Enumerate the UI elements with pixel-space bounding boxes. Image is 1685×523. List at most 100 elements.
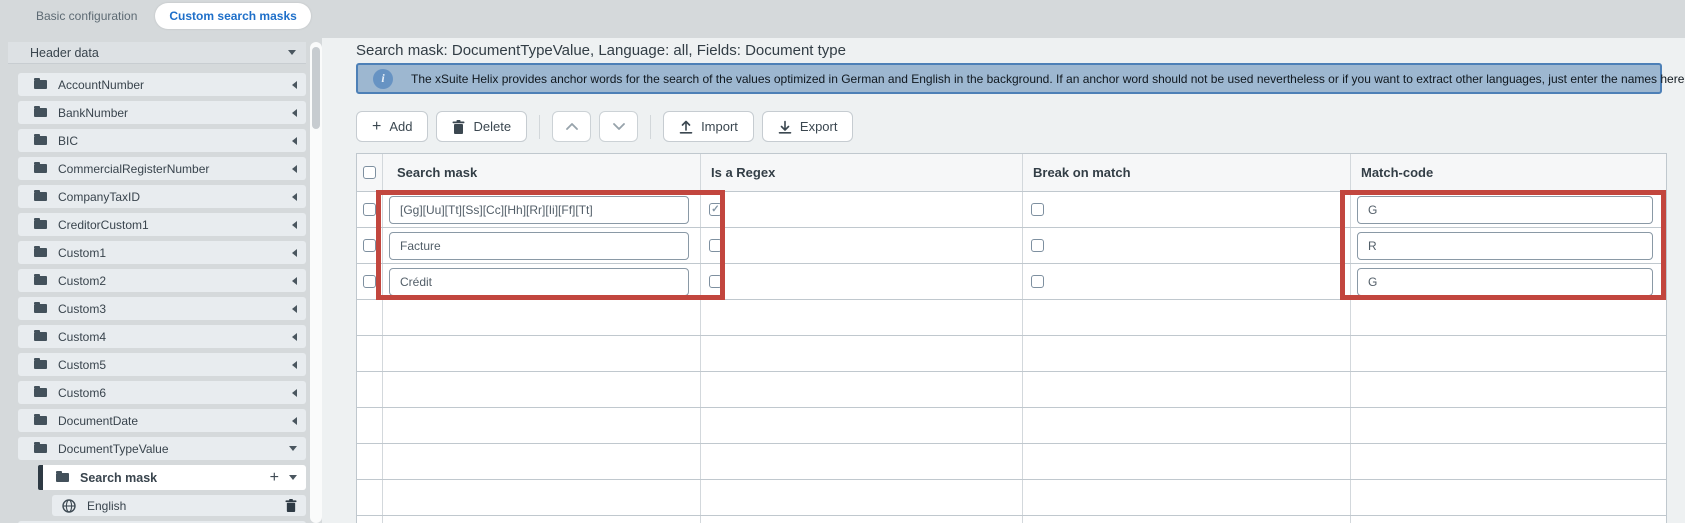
add-search-mask-icon[interactable]: +: [270, 469, 279, 486]
folder-icon: [34, 358, 47, 369]
export-button[interactable]: Export: [761, 111, 854, 142]
table-row: [357, 264, 1666, 300]
select-all-checkbox[interactable]: [363, 166, 376, 179]
chevron-left-icon: [292, 332, 297, 341]
import-button[interactable]: Import: [663, 111, 754, 142]
sidebar-item-commercialregisternumber[interactable]: CommercialRegisterNumber: [18, 157, 306, 180]
table-row-empty: [357, 408, 1666, 444]
match-code-input[interactable]: [1357, 231, 1653, 260]
table-row: [357, 192, 1666, 228]
sidebar-item-creditorcustom1[interactable]: CreditorCustom1: [18, 213, 306, 236]
folder-icon: [34, 330, 47, 341]
tab-bar: Basic configuration Custom search masks: [22, 2, 311, 30]
sidebar-item-custom6[interactable]: Custom6: [18, 381, 306, 404]
chevron-up-icon: [565, 123, 578, 130]
info-icon: i: [373, 68, 393, 89]
match-code-input[interactable]: [1357, 195, 1653, 224]
search-mask-input[interactable]: [389, 231, 689, 260]
is-a-regex-checkbox[interactable]: [709, 239, 722, 252]
chevron-left-icon: [292, 164, 297, 173]
toolbar-separator: [650, 114, 652, 139]
move-down-button[interactable]: [599, 111, 639, 142]
row-select-checkbox[interactable]: [363, 275, 376, 288]
move-up-button[interactable]: [552, 111, 592, 142]
globe-icon: [62, 498, 76, 513]
chevron-left-icon: [292, 388, 297, 397]
sidebar-scrollbar[interactable]: [310, 42, 322, 523]
sidebar-item-custom5[interactable]: Custom5: [18, 353, 306, 376]
folder-icon: [56, 471, 69, 482]
info-banner: i The xSuite Helix provides anchor words…: [356, 63, 1685, 94]
column-header-break-on-match: Break on match: [1023, 154, 1351, 191]
table-row-empty: [357, 480, 1666, 516]
folder-icon: [34, 386, 47, 397]
tab-basic-configuration[interactable]: Basic configuration: [22, 3, 151, 29]
sidebar-item-banknumber[interactable]: BankNumber: [18, 101, 306, 124]
is-a-regex-checkbox[interactable]: [709, 203, 722, 216]
chevron-left-icon: [292, 304, 297, 313]
column-header-search-mask: Search mask: [383, 154, 701, 191]
plus-icon: +: [372, 117, 382, 135]
tab-custom-search-masks[interactable]: Custom search masks: [155, 3, 311, 29]
table-row: [357, 228, 1666, 264]
toolbar-separator: [539, 114, 541, 139]
chevron-left-icon: [292, 248, 297, 257]
sidebar-item-custom3[interactable]: Custom3: [18, 297, 306, 320]
table-row-empty: [357, 336, 1666, 372]
sidebar-item-custom1[interactable]: Custom1: [18, 241, 306, 264]
delete-button[interactable]: Delete: [436, 111, 528, 142]
folder-icon: [34, 78, 47, 89]
row-select-checkbox[interactable]: [363, 203, 376, 216]
match-code-input[interactable]: [1357, 267, 1653, 296]
folder-icon: [34, 218, 47, 229]
sidebar-header-data[interactable]: Header data: [8, 42, 306, 64]
chevron-down-icon: [612, 123, 625, 130]
sidebar-item-custom4[interactable]: Custom4: [18, 325, 306, 348]
delete-language-icon[interactable]: [285, 499, 297, 512]
chevron-left-icon: [292, 276, 297, 285]
folder-icon: [34, 106, 47, 117]
sidebar: Header data AccountNumber BankNumber BIC Co…: [8, 42, 306, 523]
folder-icon: [34, 134, 47, 145]
is-a-regex-checkbox[interactable]: [709, 275, 722, 288]
search-mask-input[interactable]: [389, 195, 689, 224]
chevron-left-icon: [292, 192, 297, 201]
table-row-empty: [357, 516, 1666, 523]
folder-icon: [34, 302, 47, 313]
toolbar: + Add Delete Import Export: [356, 111, 854, 142]
sidebar-item-bic[interactable]: BIC: [18, 129, 306, 152]
sidebar-item-accountnumber[interactable]: AccountNumber: [18, 73, 306, 96]
chevron-left-icon: [292, 220, 297, 229]
column-header-match-code: Match-code: [1361, 165, 1434, 180]
row-select-checkbox[interactable]: [363, 239, 376, 252]
page-title: Search mask: DocumentTypeValue, Language…: [356, 42, 846, 59]
chevron-left-icon: [292, 80, 297, 89]
upload-icon: [679, 120, 693, 134]
table-header-row: Search mask Is a Regex Break on match Ma…: [357, 154, 1666, 192]
chevron-left-icon: [292, 136, 297, 145]
folder-icon: [34, 442, 47, 453]
column-header-is-a-regex: Is a Regex: [701, 154, 1023, 191]
sidebar-item-custom2[interactable]: Custom2: [18, 269, 306, 292]
chevron-down-icon: [288, 50, 296, 55]
sidebar-item-companytaxid[interactable]: CompanyTaxID: [18, 185, 306, 208]
chevron-down-icon: [289, 446, 297, 451]
sidebar-header-label: Header data: [30, 45, 99, 60]
chevron-left-icon: [292, 416, 297, 425]
trash-icon: [452, 119, 465, 134]
table-row-empty: [357, 300, 1666, 336]
sidebar-item-language-english[interactable]: English: [52, 495, 306, 516]
table-body: [357, 192, 1666, 523]
search-mask-table: Search mask Is a Regex Break on match Ma…: [356, 153, 1667, 523]
break-on-match-checkbox[interactable]: [1031, 275, 1044, 288]
break-on-match-checkbox[interactable]: [1031, 203, 1044, 216]
sidebar-item-search-mask[interactable]: Search mask +: [38, 465, 306, 490]
sidebar-items: AccountNumber BankNumber BIC CommercialRegi…: [8, 68, 306, 523]
add-button[interactable]: + Add: [356, 111, 429, 142]
sidebar-scrollbar-thumb[interactable]: [312, 47, 320, 129]
sidebar-item-documentdate[interactable]: DocumentDate: [18, 409, 306, 432]
search-mask-input[interactable]: [389, 267, 689, 296]
download-icon: [778, 120, 792, 134]
break-on-match-checkbox[interactable]: [1031, 239, 1044, 252]
sidebar-item-documenttypevalue[interactable]: DocumentTypeValue: [18, 437, 306, 460]
